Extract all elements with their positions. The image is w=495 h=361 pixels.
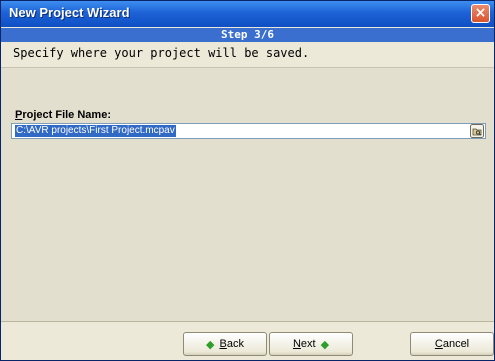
title-bar[interactable]: New Project Wizard × (1, 1, 494, 27)
next-label-rest: ext (300, 338, 316, 350)
next-button[interactable]: Next ◆ (269, 332, 353, 356)
content-panel (1, 67, 494, 322)
project-file-name-label: Project File Name: (15, 109, 111, 121)
cancel-label-rest: ancel (442, 338, 470, 350)
wizard-window: New Project Wizard × Step 3/6 Specify wh… (0, 0, 495, 361)
cancel-mnemonic: C (434, 338, 443, 350)
next-button-label: Next (293, 338, 316, 350)
close-button[interactable]: × (471, 4, 490, 23)
next-mnemonic: N (292, 338, 301, 350)
back-mnemonic: B (219, 338, 227, 350)
step-indicator: Step 3/6 (221, 28, 274, 41)
folder-browse-icon[interactable] (470, 124, 484, 138)
cancel-button[interactable]: Cancel (410, 332, 494, 356)
back-arrow-icon: ◆ (206, 338, 215, 351)
back-button[interactable]: ◆ Back (183, 332, 267, 356)
window-title: New Project Wizard (9, 5, 130, 20)
label-text: roject File Name: (22, 109, 111, 121)
project-file-name-input[interactable]: C:\AVR projects\First Project.mcpav (11, 123, 486, 139)
project-file-path-value: C:\AVR projects\First Project.mcpav (15, 125, 176, 137)
back-button-label: Back (220, 338, 244, 350)
cancel-button-label: Cancel (435, 338, 469, 350)
footer-divider (1, 321, 494, 322)
instruction-text: Specify where your project will be saved… (13, 46, 310, 60)
back-label-rest: ack (226, 338, 244, 350)
next-arrow-icon: ◆ (320, 338, 330, 351)
step-banner: Step 3/6 (1, 28, 494, 42)
